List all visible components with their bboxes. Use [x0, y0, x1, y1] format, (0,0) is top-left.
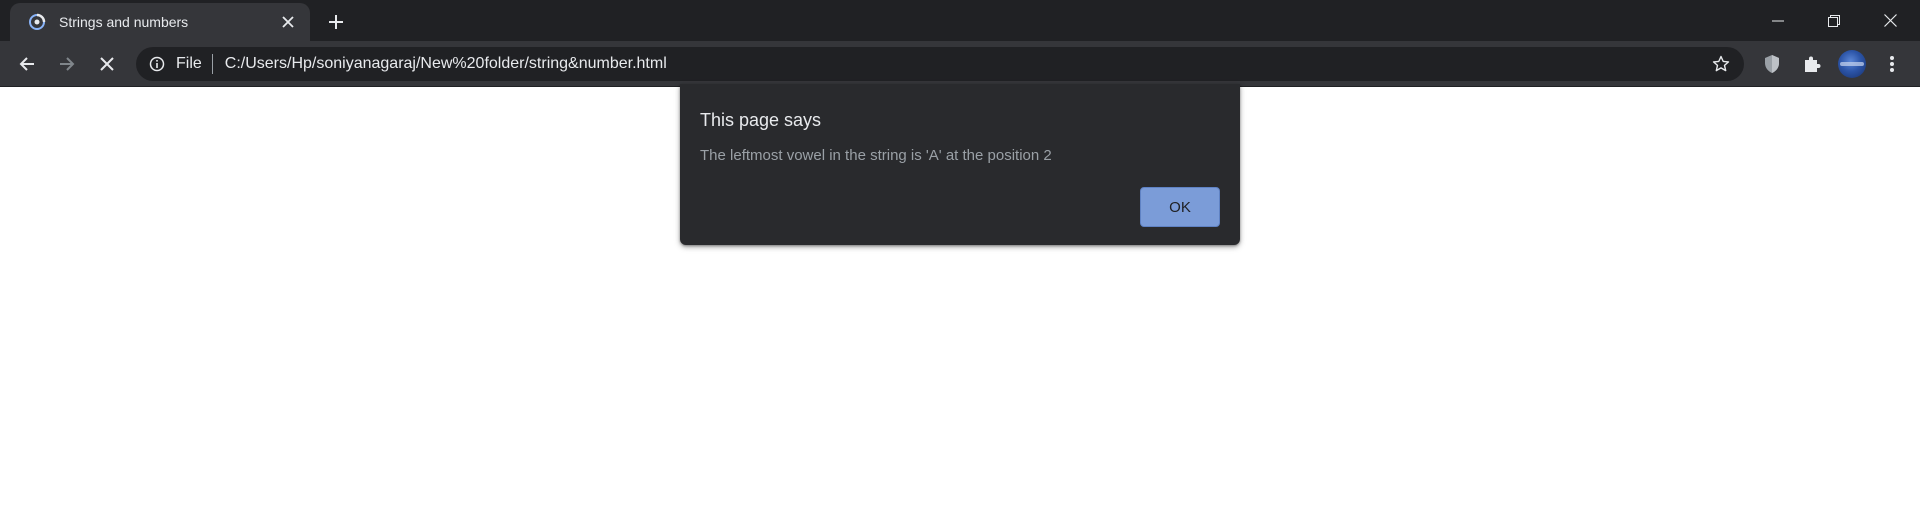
address-bar[interactable]: File C:/Users/Hp/soniyanagaraj/New%20fol… — [136, 47, 1744, 81]
kebab-menu-icon[interactable] — [1876, 48, 1908, 80]
dialog-message: The leftmost vowel in the string is 'A' … — [700, 147, 1052, 164]
arrow-left-icon — [19, 57, 34, 71]
avatar — [1838, 50, 1866, 78]
window-close-button[interactable] — [1862, 0, 1918, 41]
tab-strings-and-numbers[interactable]: Strings and numbers — [10, 3, 310, 41]
browser-toolbar: File C:/Users/Hp/soniyanagaraj/New%20fol… — [0, 41, 1920, 87]
alert-dialog: This page says The leftmost vowel in the… — [680, 84, 1240, 245]
browser-window: Strings and numbers File C:/Users/Hp/son… — [0, 0, 1920, 530]
forward-button[interactable] — [51, 48, 83, 80]
star-icon[interactable] — [1710, 53, 1732, 75]
tab-title: Strings and numbers — [59, 14, 189, 30]
minimize-button[interactable] — [1750, 0, 1806, 41]
info-icon[interactable] — [148, 55, 166, 73]
url-text[interactable]: C:/Users/Hp/soniyanagaraj/New%20folder/s… — [225, 55, 1710, 73]
arrow-right-icon — [60, 57, 75, 71]
loading-spinner-icon — [27, 12, 47, 32]
restore-button[interactable] — [1806, 0, 1862, 41]
close-icon — [1883, 14, 1897, 27]
scheme-label[interactable]: File — [176, 55, 202, 73]
new-tab-button[interactable] — [322, 8, 350, 36]
back-button[interactable] — [11, 48, 43, 80]
profile-button[interactable] — [1836, 48, 1868, 80]
divider — [211, 54, 213, 74]
tab-strip: Strings and numbers — [0, 0, 1920, 41]
dialog-title: This page says — [700, 110, 822, 130]
stop-loading-icon — [100, 57, 114, 71]
minimize-icon — [1772, 20, 1784, 21]
ok-button[interactable]: OK — [1140, 187, 1220, 227]
restore-icon — [1828, 14, 1840, 27]
stop-loading-button[interactable] — [91, 48, 123, 80]
shield-icon[interactable] — [1756, 48, 1788, 80]
tab-close-icon[interactable] — [278, 12, 298, 32]
plus-icon — [329, 15, 343, 29]
puzzle-icon[interactable] — [1796, 48, 1828, 80]
